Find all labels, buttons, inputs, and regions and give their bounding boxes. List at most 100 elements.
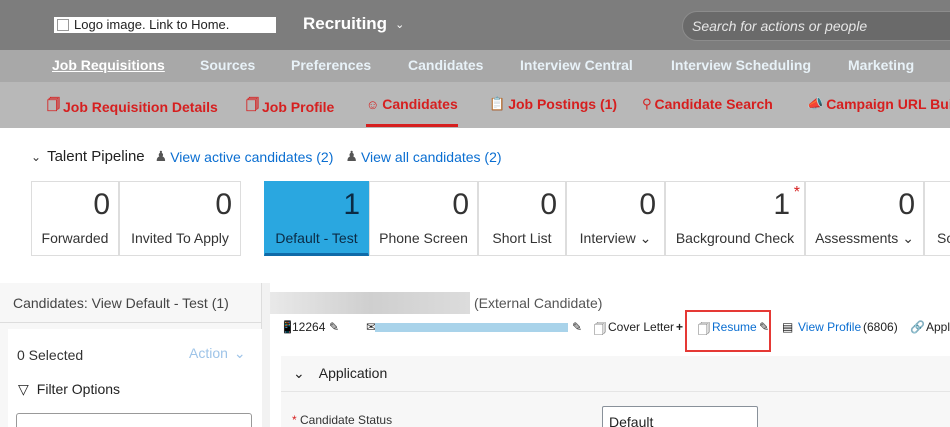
cover-letter-label: Cover Letter [608, 320, 675, 334]
candidate-status-select[interactable]: Default [602, 406, 758, 427]
nav-interview-central[interactable]: Interview Central [520, 57, 633, 73]
tab-job-profile[interactable]: 🗍 Job Profile [246, 96, 334, 118]
add-icon[interactable]: + [676, 320, 683, 334]
megaphone-icon: 📣 [807, 96, 824, 111]
chevron-down-icon[interactable]: ⌄ [31, 150, 41, 164]
candidates-view-header: Candidates: View Default - Test (1) [0, 283, 262, 323]
tab-candidate-search[interactable]: ⚲ Candidate Search [642, 96, 773, 112]
candidate-status-label: * Candidate Status [292, 413, 392, 427]
document-icon: 🗍 [594, 322, 606, 336]
home-logo-link[interactable]: Logo image. Link to Home. [54, 17, 276, 33]
stage-count: 0 [639, 188, 656, 221]
document-icon: 🗍 [246, 97, 259, 112]
candidate-name-redacted [270, 292, 470, 314]
stage-default-test[interactable]: 1 Default - Test [264, 181, 369, 256]
nav-interview-scheduling[interactable]: Interview Scheduling [671, 57, 811, 73]
stage-short-list[interactable]: 0 Short List [478, 181, 566, 256]
edit-icon[interactable]: ✎ [572, 320, 582, 334]
chevron-down-icon: ⌄ [293, 365, 305, 381]
stage-label: Assessments ⌄ [806, 230, 923, 247]
nav-sources[interactable]: Sources [200, 57, 255, 73]
pipeline-title: Talent Pipeline [47, 148, 145, 165]
stage-count: 1 [343, 188, 360, 221]
stage-assessments[interactable]: 0 Assessments ⌄ [805, 181, 924, 256]
selected-count: 0 Selected [17, 347, 84, 363]
stage-label: Sc [937, 230, 950, 246]
tab-label: Campaign URL Bui [826, 96, 950, 112]
stage-label: Short List [492, 230, 552, 246]
edit-icon[interactable]: ✎ [329, 320, 339, 334]
talent-pipeline: ⌄ Talent Pipeline ♟ View active candidat… [0, 128, 950, 283]
tab-job-postings[interactable]: 📋 Job Postings (1) [489, 96, 617, 112]
stage-interview[interactable]: 0 Interview ⌄ [566, 181, 665, 256]
stage-partial[interactable]: Sc [924, 181, 950, 256]
search-input[interactable]: Search for actions or people [682, 11, 950, 41]
secondary-nav: Job Requisitions Sources Preferences Can… [0, 50, 950, 82]
nav-preferences[interactable]: Preferences [291, 57, 371, 73]
filter-options-button[interactable]: ▽ Filter Options [18, 381, 120, 398]
application-link[interactable]: Appl [926, 320, 950, 334]
logo-alt-text: Logo image. Link to Home. [74, 17, 230, 32]
phone-value: 12264 [292, 320, 326, 334]
stage-count: 0 [540, 188, 557, 221]
chevron-down-icon: ⌄ [639, 230, 652, 246]
action-menu-button[interactable]: Action ⌄ [189, 345, 246, 362]
module-switcher[interactable]: Recruiting ⌄ [303, 14, 404, 34]
broken-image-icon [57, 19, 69, 31]
tab-campaign-url[interactable]: 📣 Campaign URL Bui [807, 96, 950, 112]
candidate-list-card: 0 Selected Action ⌄ ▽ Filter Options [8, 329, 262, 427]
stage-label-text: Assessments [815, 230, 899, 246]
resume-highlight-box [685, 310, 771, 352]
person-icon: ♟ [154, 148, 168, 164]
action-label: Action [189, 345, 228, 361]
email-redacted [375, 323, 568, 332]
nav-job-requisitions[interactable]: Job Requisitions [52, 57, 165, 73]
nav-marketing[interactable]: Marketing [848, 57, 914, 73]
candidate-detail-panel: (External Candidate) 📱 12264 ✎ ✉ ✎ 🗍 Cov… [270, 283, 950, 427]
tab-label: Candidate Search [654, 96, 773, 112]
stage-label: Background Check [675, 230, 795, 246]
stage-label: Phone Screen [379, 230, 468, 246]
stage-label: Invited To Apply [131, 230, 229, 246]
module-name: Recruiting [303, 14, 388, 33]
pipeline-header: ⌄ Talent Pipeline ♟ View active candidat… [31, 148, 514, 165]
tab-job-requisition-details[interactable]: 🗍 Job Requisition Details [47, 96, 218, 118]
required-asterisk: * [292, 413, 297, 427]
view-active-candidates-link[interactable]: View active candidates (2) [170, 149, 333, 165]
candidate-search-input[interactable] [16, 413, 252, 427]
stage-label: Default - Test [275, 230, 358, 246]
tab-label: Job Postings (1) [508, 96, 618, 112]
requisition-tabs: 🗍 Job Requisition Details 🗍 Job Profile … [0, 82, 950, 128]
chevron-down-icon: ⌄ [395, 18, 405, 31]
section-title: Application [318, 365, 388, 381]
stage-count: 0 [93, 188, 110, 221]
filter-label: Filter Options [36, 381, 121, 397]
candidate-status-text: Candidate Status [300, 413, 393, 427]
tab-label: Job Requisition Details [63, 99, 218, 115]
candidate-type: (External Candidate) [474, 295, 603, 311]
required-asterisk: * [793, 184, 800, 201]
search-icon: ⚲ [642, 96, 652, 111]
stage-label-text: Interview [579, 230, 636, 246]
chevron-down-icon: ⌄ [233, 345, 246, 361]
tab-candidates[interactable]: ☺ Candidates [366, 96, 458, 112]
stage-background-check[interactable]: * 1 Background Check [665, 181, 805, 256]
view-all-candidates-link[interactable]: View all candidates (2) [361, 149, 502, 165]
stage-count: 0 [898, 188, 915, 221]
nav-candidates[interactable]: Candidates [408, 57, 483, 73]
application-section: ⌄ Application * Candidate Status Default [281, 356, 950, 427]
document-icon: 🗍 [47, 97, 60, 112]
stage-forwarded[interactable]: 0 Forwarded [31, 181, 119, 256]
profile-count: (6806) [863, 320, 898, 334]
view-profile-link[interactable]: View Profile [798, 320, 861, 334]
active-tab-indicator [366, 124, 458, 127]
stage-count: 0 [452, 188, 469, 221]
stage-invited-to-apply[interactable]: 0 Invited To Apply [119, 181, 241, 256]
stage-label: Forwarded [41, 230, 109, 246]
person-icon: ♟ [345, 148, 358, 164]
stage-phone-screen[interactable]: 0 Phone Screen [369, 181, 478, 256]
link-icon: 🔗 [910, 320, 925, 334]
application-section-header[interactable]: ⌄ Application [281, 356, 950, 392]
clipboard-icon: 📋 [489, 96, 506, 111]
stage-label: Interview ⌄ [567, 230, 664, 247]
